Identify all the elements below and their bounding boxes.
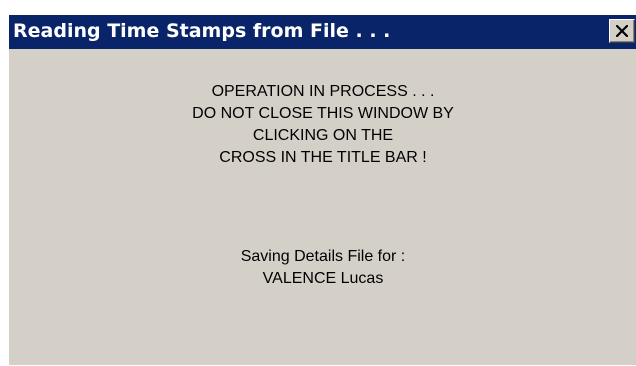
close-button[interactable]: [609, 19, 635, 43]
saving-status: Saving Details File for : VALENCE Lucas: [9, 246, 636, 290]
warning-line: CLICKING ON THE: [252, 127, 394, 144]
saving-label: Saving Details File for :: [240, 248, 406, 265]
warning-line: DO NOT CLOSE THIS WINDOW BY: [192, 105, 454, 122]
dialog-content: OPERATION IN PROCESS . . . DO NOT CLOSE …: [9, 49, 636, 366]
warning-line: CROSS IN THE TITLE BAR !: [219, 149, 427, 166]
person-name: VALENCE Lucas: [262, 270, 384, 287]
warning-message: OPERATION IN PROCESS . . . DO NOT CLOSE …: [9, 81, 636, 169]
warning-line: OPERATION IN PROCESS . . .: [211, 83, 435, 100]
title-bar[interactable]: Reading Time Stamps from File . . .: [9, 15, 636, 49]
window-title: Reading Time Stamps from File . . .: [13, 20, 391, 42]
progress-dialog: Reading Time Stamps from File . . . OPER…: [8, 14, 636, 365]
close-icon: [616, 25, 628, 37]
